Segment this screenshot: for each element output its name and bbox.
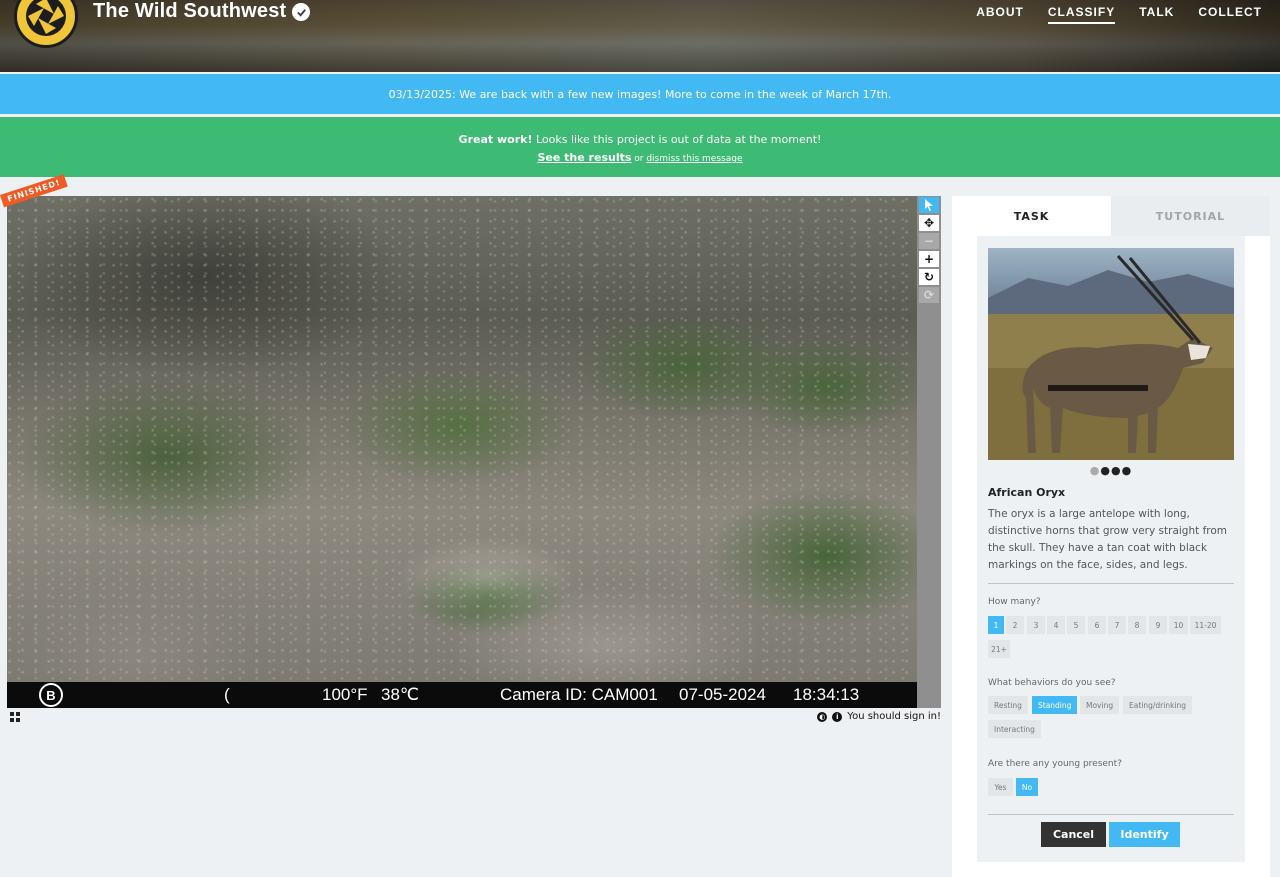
behavior-option-standing[interactable]: Standing xyxy=(1032,696,1078,714)
oryx-illustration xyxy=(988,255,1234,460)
count-option-7[interactable]: 7 xyxy=(1108,616,1126,634)
species-example-image[interactable] xyxy=(988,248,1234,460)
carousel-dot[interactable]: ● xyxy=(1090,464,1101,477)
count-option-9[interactable]: 9 xyxy=(1149,616,1167,634)
identify-button[interactable]: Identify xyxy=(1109,822,1180,847)
young-option-yes[interactable]: Yes xyxy=(988,778,1013,796)
announcement-banner: 03/13/2025: We are back with a few new i… xyxy=(0,74,1280,114)
temperature-f: 100°F xyxy=(322,685,368,704)
carousel-dot[interactable]: ● xyxy=(1111,464,1122,477)
count-option-21-plus[interactable]: 21+ xyxy=(988,640,1010,658)
sign-in-prompt[interactable]: You should sign in! xyxy=(847,711,941,722)
count-option-2[interactable]: 2 xyxy=(1006,616,1024,634)
viewer-meta: ◐ i You should sign in! xyxy=(817,711,941,722)
count-option-4[interactable]: 4 xyxy=(1047,616,1065,634)
count-option-5[interactable]: 5 xyxy=(1067,616,1085,634)
nav-talk[interactable]: TALK xyxy=(1139,5,1174,24)
grid-view-icon[interactable] xyxy=(10,712,20,722)
moon-phase: ( xyxy=(224,685,230,704)
species-name: African Oryx xyxy=(988,486,1066,499)
carousel-dot[interactable]: ● xyxy=(1100,464,1111,477)
divider xyxy=(988,583,1234,584)
camera-trap-image[interactable] xyxy=(7,196,917,682)
viewer-footer: ◐ i You should sign in! xyxy=(8,711,941,725)
finished-text: Looks like this project is out of data a… xyxy=(532,133,822,146)
image-carousel-dots[interactable]: ●●●● xyxy=(977,464,1245,477)
capture-date: 07-05-2024 xyxy=(679,685,766,704)
panel-tabs: TASK TUTORIAL xyxy=(952,196,1270,236)
behavior-option-moving[interactable]: Moving xyxy=(1080,696,1120,714)
main-nav: ABOUT CLASSIFY TALK COLLECT xyxy=(976,5,1262,24)
info-icon[interactable]: i xyxy=(832,711,843,722)
pointer-icon[interactable] xyxy=(919,197,939,213)
count-option-1[interactable]: 1 xyxy=(988,616,1004,634)
nav-about[interactable]: ABOUT xyxy=(976,5,1024,24)
behavior-option-interacting[interactable]: Interacting xyxy=(988,720,1041,738)
behavior-option-resting[interactable]: Resting xyxy=(988,696,1028,714)
camera-info-strip: B ( 100°F 38℃ Camera ID: CAM001 07-05-20… xyxy=(7,682,917,708)
tab-tutorial[interactable]: TUTORIAL xyxy=(1111,196,1270,236)
site-header: The Wild Southwest ABOUT CLASSIFY TALK C… xyxy=(0,0,1280,72)
cancel-button[interactable]: Cancel xyxy=(1041,822,1106,847)
see-results-link[interactable]: See the results xyxy=(538,151,632,164)
count-option-6[interactable]: 6 xyxy=(1088,616,1106,634)
project-logo[interactable] xyxy=(14,0,78,48)
nav-classify[interactable]: CLASSIFY xyxy=(1047,5,1116,24)
count-option-11-20[interactable]: 11-20 xyxy=(1190,616,1221,634)
temperature-c: 38℃ xyxy=(381,685,420,704)
task-panel: TASK TUTORIAL ●●●● African Oryx The oryx… xyxy=(952,196,1270,877)
behaviors-label: What behaviors do you see? xyxy=(988,678,1116,688)
reset-icon[interactable]: ⟳ xyxy=(919,287,939,303)
dismiss-link[interactable]: dismiss this message xyxy=(646,154,742,164)
announcement-text: 03/13/2025: We are back with a few new i… xyxy=(388,87,892,101)
tab-task[interactable]: TASK xyxy=(952,196,1111,236)
verified-badge-icon xyxy=(292,3,310,21)
finished-bold: Great work! xyxy=(458,133,533,146)
carousel-dot[interactable]: ● xyxy=(1122,464,1133,477)
invert-icon[interactable]: ◐ xyxy=(817,711,828,722)
image-toolbar: ✥ − + ↻ ⟳ xyxy=(917,196,941,708)
species-description: The oryx is a large antelope with long, … xyxy=(988,508,1228,571)
nav-collect[interactable]: COLLECT xyxy=(1198,5,1262,24)
how-many-label: How many? xyxy=(988,597,1041,607)
move-icon[interactable]: ✥ xyxy=(919,215,939,231)
site-title[interactable]: The Wild Southwest xyxy=(93,0,286,23)
or-text: or xyxy=(631,154,647,164)
count-option-8[interactable]: 8 xyxy=(1128,616,1146,634)
camera-shutter-icon xyxy=(26,0,66,36)
zoom-in-icon[interactable]: + xyxy=(919,251,939,267)
zoom-out-icon[interactable]: − xyxy=(919,233,939,249)
count-option-3[interactable]: 3 xyxy=(1027,616,1045,634)
young-label: Are there any young present? xyxy=(988,759,1122,769)
species-detail: ●●●● African Oryx The oryx is a large an… xyxy=(977,236,1245,862)
finished-banner: Great work! Looks like this project is o… xyxy=(0,117,1280,177)
behavior-option-eating-drinking[interactable]: Eating/drinking xyxy=(1123,696,1193,714)
capture-time: 18:34:13 xyxy=(793,685,860,704)
young-option-no[interactable]: No xyxy=(1016,778,1038,796)
camera-brand-logo: B xyxy=(39,683,63,707)
divider xyxy=(988,814,1234,815)
camera-id: Camera ID: CAM001 xyxy=(500,685,658,704)
count-option-10[interactable]: 10 xyxy=(1169,616,1188,634)
subject-viewer[interactable]: B ( 100°F 38℃ Camera ID: CAM001 07-05-20… xyxy=(7,196,917,708)
rotate-icon[interactable]: ↻ xyxy=(919,269,939,285)
